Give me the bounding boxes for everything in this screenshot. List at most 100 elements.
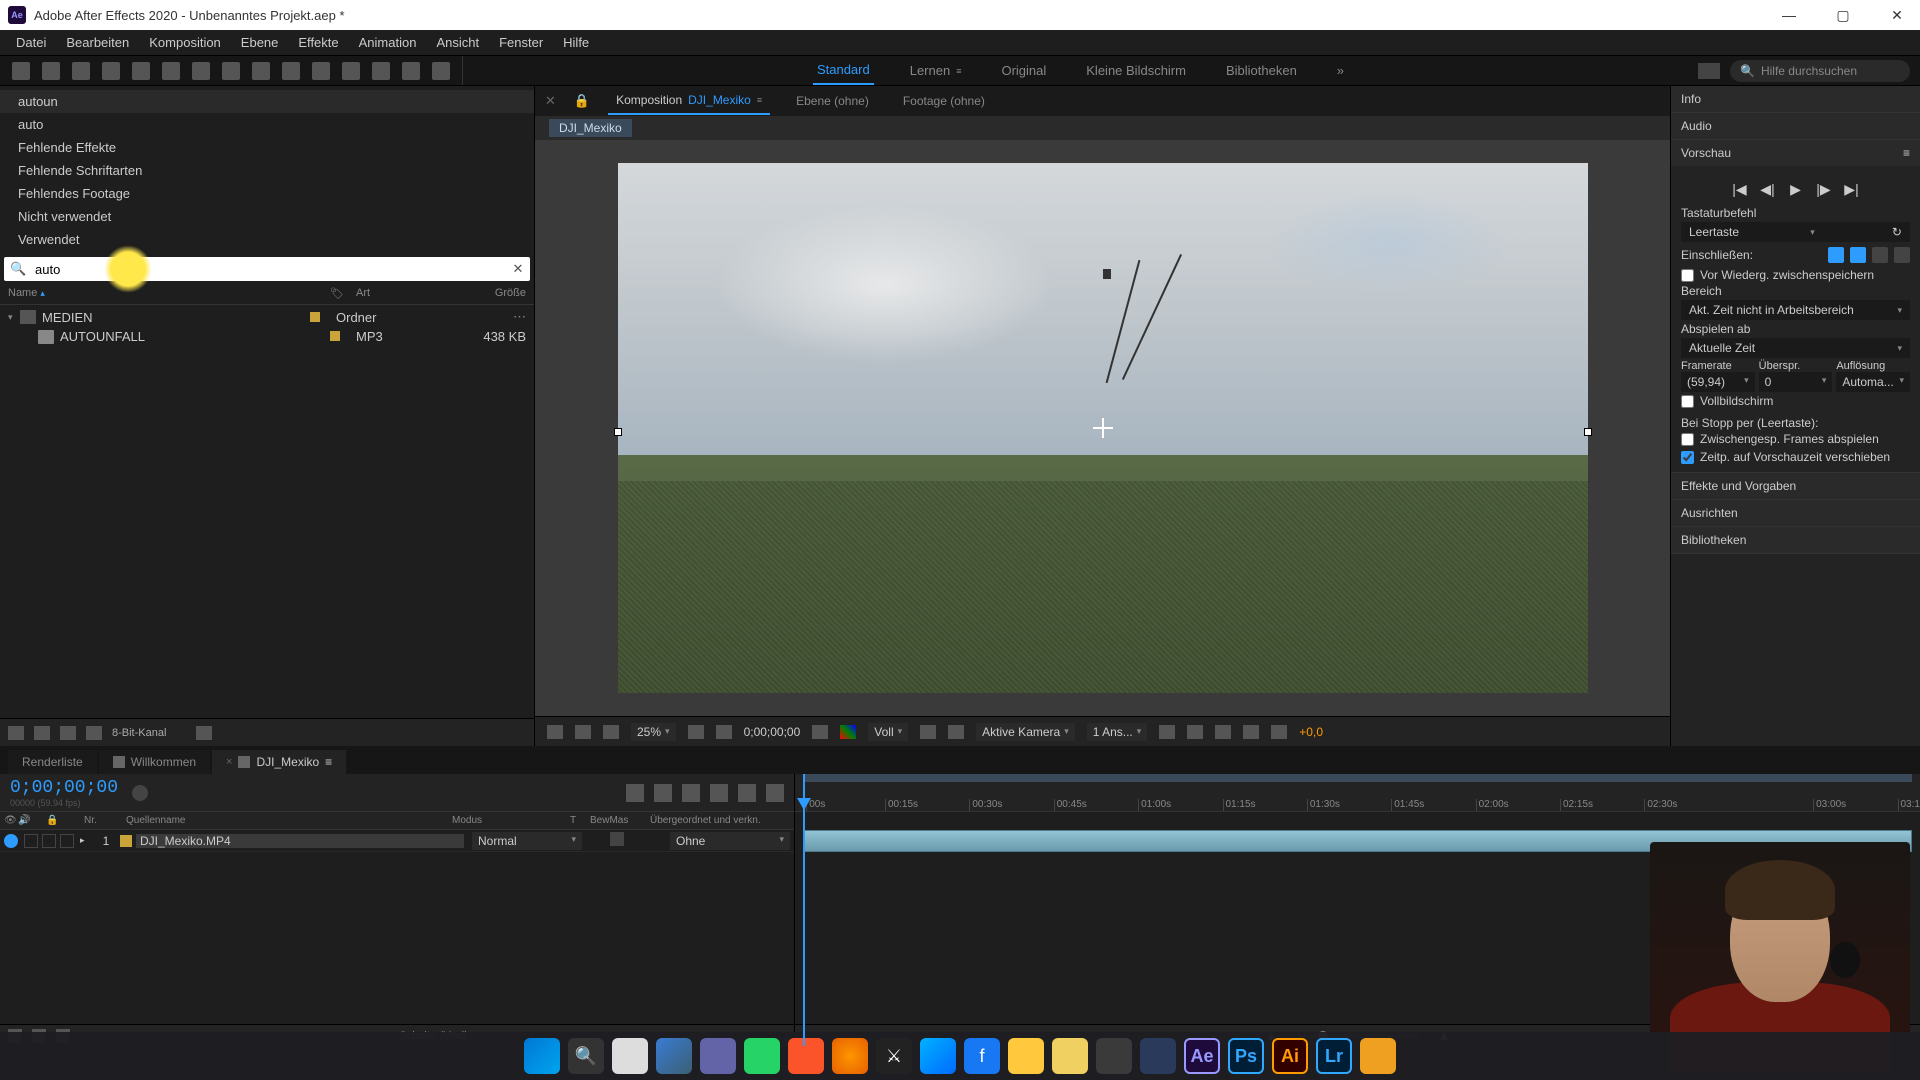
toggle-alpha-icon[interactable]	[547, 725, 563, 739]
taskbar-teams-icon[interactable]	[700, 1038, 736, 1074]
hide-shy-icon[interactable]	[682, 784, 700, 802]
panel-effects[interactable]: Effekte und Vorgaben	[1671, 473, 1920, 499]
trash-icon[interactable]	[196, 726, 212, 740]
taskbar-folder-icon[interactable]	[1008, 1038, 1044, 1074]
play-button[interactable]: ▶	[1787, 180, 1805, 198]
workspace-kleine-bildschirm[interactable]: Kleine Bildschirm	[1082, 57, 1190, 84]
draft-3d-icon[interactable]	[654, 784, 672, 802]
taskbar-facebook-icon[interactable]: f	[964, 1038, 1000, 1074]
region-icon[interactable]	[920, 725, 936, 739]
shape-tool-icon[interactable]	[222, 62, 240, 80]
home-icon[interactable]	[12, 62, 30, 80]
transform-handle[interactable]	[614, 428, 622, 436]
time-ruler[interactable]: 00s 00:15s 00:30s 00:45s 01:00s 01:15s 0…	[795, 774, 1920, 812]
project-file-row[interactable]: AUTOUNFALL MP3 438 KB	[0, 327, 534, 346]
taskbar-app-icon[interactable]: ⚔	[876, 1038, 912, 1074]
menu-datei[interactable]: Datei	[6, 31, 56, 54]
menu-komposition[interactable]: Komposition	[139, 31, 231, 54]
move-time-checkbox[interactable]	[1681, 451, 1694, 464]
playhead[interactable]	[803, 774, 805, 1046]
tab-renderliste[interactable]: Renderliste	[8, 750, 97, 774]
layer-search-icon[interactable]	[132, 785, 148, 801]
blend-mode-dropdown[interactable]: Normal▾	[472, 832, 582, 850]
next-frame-button[interactable]: |▶	[1815, 180, 1833, 198]
timeline-icon[interactable]	[1215, 725, 1231, 739]
last-frame-button[interactable]: ▶|	[1843, 180, 1861, 198]
taskbar-explorer-icon[interactable]	[612, 1038, 648, 1074]
suggestion-item[interactable]: autoun	[0, 90, 534, 113]
taskbar-aftereffects-icon[interactable]: Ae	[1184, 1038, 1220, 1074]
menu-effekte[interactable]: Effekte	[288, 31, 348, 54]
fast-preview-icon[interactable]	[1187, 725, 1203, 739]
viewer-timecode[interactable]: 0;00;00;00	[744, 725, 801, 739]
panel-libraries[interactable]: Bibliotheken	[1671, 527, 1920, 553]
first-frame-button[interactable]: |◀	[1731, 180, 1749, 198]
clear-search-icon[interactable]: ✕	[510, 261, 526, 277]
panel-info[interactable]: Info	[1671, 86, 1920, 112]
tab-menu-icon[interactable]: ≡	[325, 755, 332, 769]
guides-icon[interactable]	[716, 725, 732, 739]
layer-visibility-icon[interactable]	[4, 834, 18, 848]
pixel-aspect-icon[interactable]	[1159, 725, 1175, 739]
include-video-icon[interactable]	[1828, 247, 1844, 263]
anchor-point-icon[interactable]	[1093, 418, 1113, 438]
cached-frames-checkbox[interactable]	[1681, 433, 1694, 446]
suggestion-item[interactable]: Nicht verwendet	[0, 205, 534, 228]
zoom-dropdown[interactable]: 25%▾	[631, 723, 676, 741]
skip-dropdown[interactable]: 0▾	[1759, 372, 1833, 392]
taskbar-photoshop-icon[interactable]: Ps	[1228, 1038, 1264, 1074]
layer-audio-toggle[interactable]	[24, 834, 38, 848]
rotate-tool-icon[interactable]	[132, 62, 150, 80]
taskbar-taskview-icon[interactable]	[656, 1038, 692, 1074]
flowchart-icon[interactable]	[1243, 725, 1259, 739]
range-dropdown[interactable]: Akt. Zeit nicht in Arbeitsbereich▾	[1681, 300, 1910, 320]
panel-vorschau[interactable]: Vorschau≡	[1671, 140, 1920, 166]
frame-blend-icon[interactable]	[710, 784, 728, 802]
taskbar-lightroom-icon[interactable]: Lr	[1316, 1038, 1352, 1074]
parent-dropdown[interactable]: Ohne▾	[670, 832, 790, 850]
lock-icon[interactable]: 🔒	[574, 93, 590, 109]
taskbar-clipchamp-icon[interactable]	[1140, 1038, 1176, 1074]
suggestion-item[interactable]: Fehlende Effekte	[0, 136, 534, 159]
taskbar-app-icon[interactable]	[1360, 1038, 1396, 1074]
resolution-dropdown[interactable]: Voll▾	[868, 723, 908, 741]
workspace-bibliotheken[interactable]: Bibliotheken	[1222, 57, 1301, 84]
project-search-input[interactable]	[32, 259, 510, 280]
taskbar-messenger-icon[interactable]	[920, 1038, 956, 1074]
comp-mini-flowchart-icon[interactable]	[626, 784, 644, 802]
toggle-mask-icon[interactable]	[575, 725, 591, 739]
settings-icon[interactable]	[86, 726, 102, 740]
shortcut-dropdown[interactable]: Leertaste▾↻	[1681, 222, 1910, 242]
graph-editor-icon[interactable]	[766, 784, 784, 802]
interpret-icon[interactable]	[8, 726, 24, 740]
suggestion-item[interactable]: auto	[0, 113, 534, 136]
workspace-standard[interactable]: Standard	[813, 56, 874, 85]
transform-handle[interactable]	[1584, 428, 1592, 436]
snapshot-icon[interactable]	[812, 725, 828, 739]
menu-ansicht[interactable]: Ansicht	[426, 31, 489, 54]
workspace-lernen[interactable]: Lernen≡	[906, 57, 966, 84]
panel-menu-icon[interactable]: ≡	[1903, 146, 1910, 160]
taskbar-notes-icon[interactable]	[1052, 1038, 1088, 1074]
camera-dropdown[interactable]: Aktive Kamera▾	[976, 723, 1075, 741]
menu-ebene[interactable]: Ebene	[231, 31, 289, 54]
layer-solo-toggle[interactable]	[42, 834, 56, 848]
menu-bearbeiten[interactable]: Bearbeiten	[56, 31, 139, 54]
workspace-original[interactable]: Original	[997, 57, 1050, 84]
suggestion-item[interactable]: Fehlende Schriftarten	[0, 159, 534, 182]
taskbar-whatsapp-icon[interactable]	[744, 1038, 780, 1074]
work-area-bar[interactable]	[803, 774, 1912, 782]
viewer-canvas[interactable]	[535, 140, 1670, 716]
new-folder-icon[interactable]	[34, 726, 50, 740]
brush-tool-icon[interactable]	[312, 62, 330, 80]
panel-align[interactable]: Ausrichten	[1671, 500, 1920, 526]
transparency-icon[interactable]	[948, 725, 964, 739]
prev-frame-button[interactable]: ◀|	[1759, 180, 1777, 198]
color-swatch[interactable]	[310, 312, 320, 322]
views-dropdown[interactable]: 1 Ans...▾	[1087, 723, 1148, 741]
col-name[interactable]: Name ▴	[8, 287, 330, 300]
item-menu-icon[interactable]: ⋯	[506, 309, 526, 325]
framerate-dropdown[interactable]: (59,94)▾	[1681, 372, 1755, 392]
cache-checkbox[interactable]	[1681, 269, 1694, 282]
viewer-tab-composition[interactable]: Komposition DJI_Mexiko ≡	[608, 87, 770, 115]
